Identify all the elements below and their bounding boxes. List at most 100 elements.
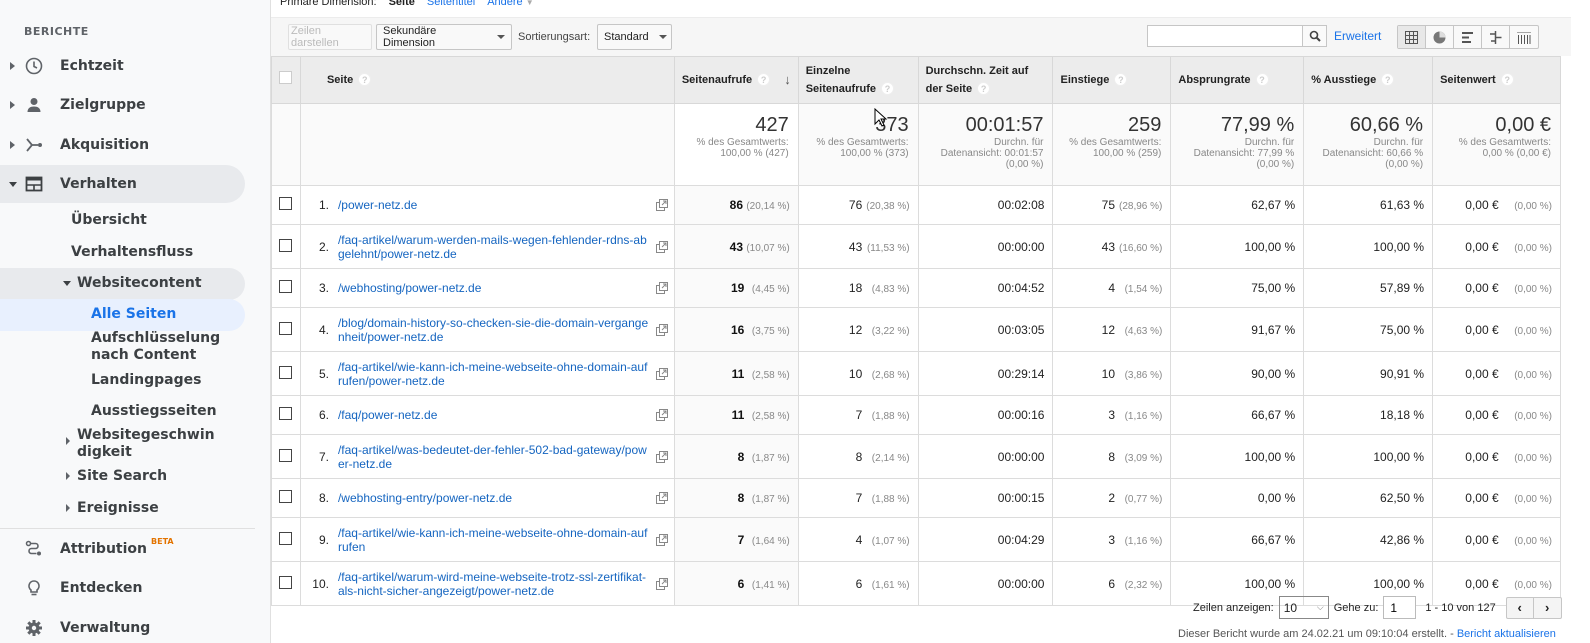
- sidebar-item-verwaltung[interactable]: Verwaltung: [0, 609, 245, 643]
- pageviews-value: 16: [731, 322, 745, 337]
- page-link[interactable]: /webhosting-entry/power-netz.de: [338, 491, 650, 505]
- sidebar-item-site-search[interactable]: Site Search: [77, 468, 167, 485]
- header-bounce-rate[interactable]: Absprungrate?: [1170, 56, 1305, 104]
- goto-page-input[interactable]: [1383, 596, 1417, 619]
- help-icon[interactable]: ?: [358, 73, 372, 86]
- open-external-icon[interactable]: [655, 367, 668, 380]
- page-link[interactable]: /faq/power-netz.de: [338, 408, 650, 422]
- open-external-icon[interactable]: [655, 533, 668, 546]
- header-exit[interactable]: % Ausstiege?: [1303, 56, 1434, 104]
- page-link[interactable]: /webhosting/power-netz.de: [338, 281, 650, 295]
- table-view-button[interactable]: [1398, 26, 1426, 48]
- page-link[interactable]: /faq-artikel/was-bedeutet-der-fehler-502…: [338, 443, 650, 471]
- row-checkbox[interactable]: [279, 531, 293, 545]
- entrances-cell: 10 (3,86 %): [1052, 351, 1172, 396]
- entrances-percent: (16,60 %): [1119, 242, 1163, 254]
- header-page-value[interactable]: Seitenwert?: [1432, 56, 1561, 104]
- sort-type-dropdown[interactable]: Standard: [597, 24, 672, 50]
- header-entrances[interactable]: Einstiege?: [1052, 56, 1172, 104]
- open-external-icon[interactable]: [655, 199, 668, 211]
- page-link[interactable]: /faq-artikel/wie-kann-ich-meine-webseite…: [338, 526, 650, 554]
- help-icon[interactable]: ?: [977, 82, 991, 95]
- dimension-seitentitel[interactable]: Seitentitel: [427, 0, 475, 8]
- sidebar-item-alle-seiten[interactable]: Alle Seiten: [0, 299, 245, 331]
- exit-cell: 42,86 %: [1303, 517, 1434, 562]
- entrances-value: 12: [1101, 322, 1116, 337]
- sidebar-item-ausstiegsseiten[interactable]: Ausstiegsseiten: [91, 403, 217, 420]
- help-icon[interactable]: ?: [1114, 73, 1128, 86]
- table-row: 7. /faq-artikel/was-bedeutet-der-fehler-5…: [271, 434, 1561, 479]
- pie-view-button[interactable]: [1426, 26, 1454, 48]
- open-external-icon[interactable]: [655, 409, 668, 421]
- header-label: Seitenaufrufe: [681, 74, 753, 86]
- performance-view-button[interactable]: [1454, 26, 1482, 48]
- refresh-report-link[interactable]: Bericht aktualisieren: [1457, 628, 1556, 640]
- sidebar-item-echtzeit[interactable]: Echtzeit: [0, 47, 245, 85]
- row-checkbox[interactable]: [279, 448, 293, 462]
- sidebar-item-verhalten[interactable]: Verhalten: [0, 165, 245, 203]
- open-external-icon[interactable]: [655, 282, 668, 294]
- page-link[interactable]: /blog/domain-history-so-checken-sie-die-…: [338, 316, 650, 344]
- page-value-cell: 0,00 € (0,00 %): [1432, 268, 1561, 308]
- dimension-seite[interactable]: Seite: [389, 0, 415, 8]
- sidebar-item-verhaltensfluss[interactable]: Verhaltensfluss: [71, 244, 193, 260]
- comparison-view-button[interactable]: [1482, 26, 1510, 48]
- row-checkbox[interactable]: [279, 197, 293, 210]
- row-checkbox-cell: [271, 395, 301, 435]
- dimension-andere[interactable]: Andere ▼: [487, 0, 533, 8]
- row-checkbox[interactable]: [279, 490, 293, 503]
- entrances-percent: (4,63 %): [1124, 325, 1163, 337]
- unique-percent: (1,88 %): [871, 494, 910, 505]
- open-external-icon[interactable]: [655, 492, 668, 504]
- sidebar-item-uebersicht[interactable]: Übersicht: [71, 212, 147, 228]
- sidebar-item-entdecken[interactable]: Entdecken: [0, 569, 245, 607]
- help-icon[interactable]: ?: [1381, 73, 1395, 86]
- next-page-button[interactable]: ›: [1534, 598, 1561, 618]
- row-checkbox[interactable]: [279, 407, 293, 420]
- header-page[interactable]: Seite?: [299, 56, 675, 104]
- page-link[interactable]: /faq-artikel/warum-werden-mails-wegen-fe…: [338, 233, 650, 261]
- help-icon[interactable]: ?: [881, 82, 894, 95]
- plot-rows-button[interactable]: Zeilen darstellen: [288, 24, 372, 50]
- header-unique-pageviews[interactable]: Einzelne Seitenaufrufe?: [797, 56, 919, 104]
- search-input[interactable]: [1148, 27, 1298, 45]
- search-button[interactable]: [1302, 26, 1326, 46]
- sidebar-item-akquisition[interactable]: Akquisition: [0, 126, 245, 164]
- sidebar-item-aufschluesselung[interactable]: Aufschlüsselung nach Content: [91, 330, 221, 364]
- page-link[interactable]: /faq-artikel/warum-wird-meine-webseite-t…: [338, 570, 650, 598]
- pivot-view-button[interactable]: [1510, 26, 1538, 48]
- rows-per-page-select[interactable]: 10 ⌵: [1278, 596, 1329, 619]
- sidebar-item-websitecontent[interactable]: Websitecontent: [0, 268, 245, 300]
- help-icon[interactable]: ?: [757, 73, 771, 86]
- open-external-icon[interactable]: [655, 450, 668, 463]
- advanced-search-link[interactable]: Erweitert: [1334, 29, 1381, 43]
- row-checkbox[interactable]: [279, 238, 293, 252]
- page-link[interactable]: /faq-artikel/wie-kann-ich-meine-webseite…: [338, 360, 650, 388]
- header-pageviews[interactable]: ↓ Seitenaufrufe?: [673, 56, 799, 104]
- page-link[interactable]: /power-netz.de: [338, 198, 650, 212]
- secondary-dimension-dropdown[interactable]: Sekundäre Dimension: [376, 24, 512, 50]
- sidebar-item-ereignisse[interactable]: Ereignisse: [77, 500, 159, 517]
- sidebar-item-websitegeschwindigkeit[interactable]: Websitegeschwin digkeit: [77, 427, 215, 461]
- bounce-cell: 75,00 %: [1170, 268, 1305, 308]
- header-avg-time[interactable]: Durchschn. Zeit auf der Seite?: [917, 56, 1054, 104]
- prev-page-button[interactable]: ‹: [1507, 597, 1534, 618]
- open-external-icon[interactable]: [655, 240, 668, 253]
- row-checkbox[interactable]: [279, 575, 293, 589]
- sidebar-item-landingpages[interactable]: Landingpages: [91, 372, 201, 389]
- help-icon[interactable]: ?: [1500, 73, 1514, 86]
- help-icon[interactable]: ?: [1255, 73, 1269, 86]
- row-checkbox[interactable]: [279, 365, 293, 379]
- sidebar-item-zielgruppe[interactable]: Zielgruppe: [0, 86, 245, 124]
- unique-percent: (3,22 %): [871, 325, 910, 337]
- row-checkbox-cell: [271, 307, 301, 352]
- row-checkbox[interactable]: [279, 321, 293, 335]
- caret-right-icon: [66, 504, 70, 512]
- sidebar-item-attribution[interactable]: Attribution BETA: [0, 530, 245, 568]
- attribution-icon: [24, 539, 44, 559]
- open-external-icon[interactable]: [655, 577, 668, 590]
- select-all-checkbox[interactable]: [279, 70, 293, 84]
- row-checkbox[interactable]: [279, 280, 293, 293]
- avg-time-cell: 00:00:00: [917, 224, 1054, 269]
- open-external-icon[interactable]: [655, 323, 668, 336]
